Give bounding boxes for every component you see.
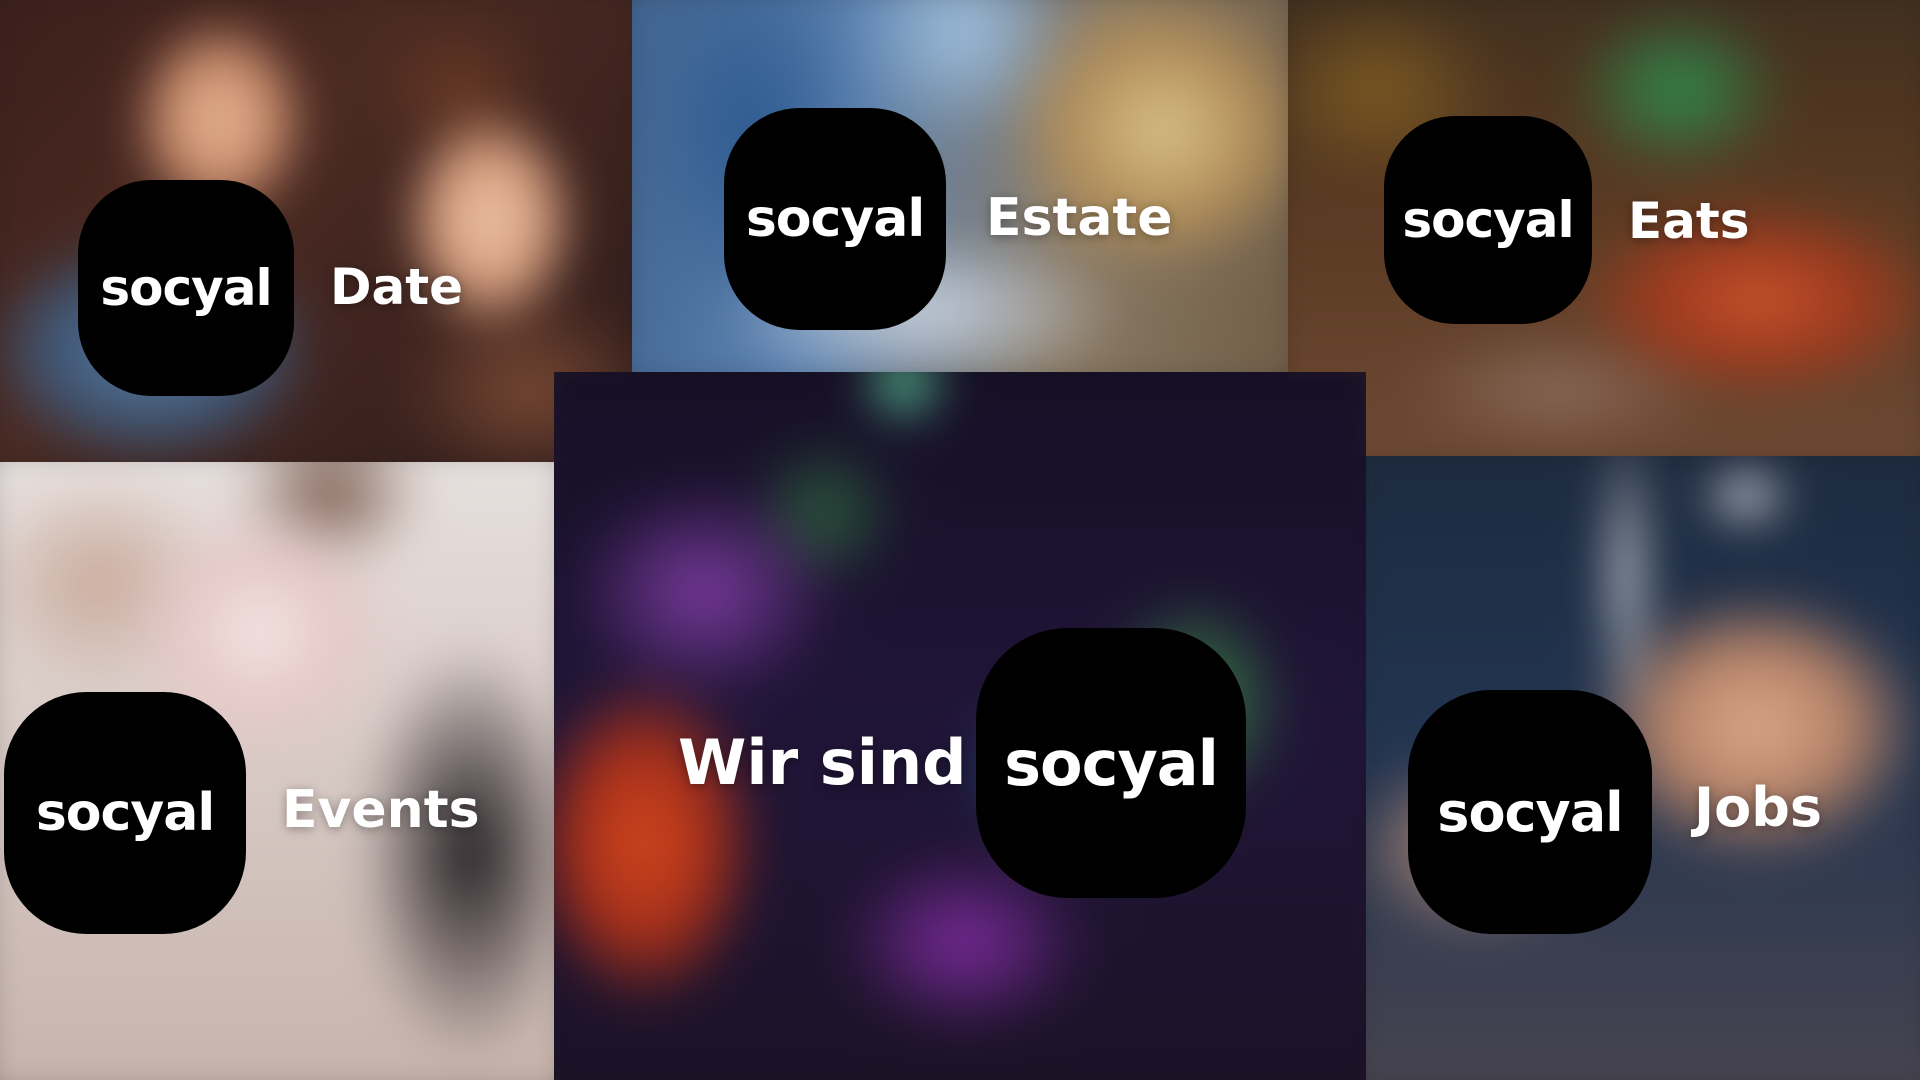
- tile-label-jobs[interactable]: Jobs: [1694, 776, 1822, 839]
- tile-center[interactable]: Wir sind socyal: [554, 372, 1366, 1080]
- socyal-logo-badge-main[interactable]: socyal: [976, 628, 1246, 898]
- eats-background-image: [1288, 0, 1920, 456]
- socyal-logo-badge[interactable]: socyal: [1408, 690, 1652, 934]
- socyal-logo-badge[interactable]: socyal: [1384, 116, 1592, 324]
- tile-jobs[interactable]: socyal Jobs: [1366, 456, 1920, 1080]
- socyal-logo-badge[interactable]: socyal: [724, 108, 946, 330]
- tagline-wir-sind: Wir sind: [678, 726, 967, 799]
- socyal-logo-badge[interactable]: socyal: [4, 692, 246, 934]
- socyal-logo-badge[interactable]: socyal: [78, 180, 294, 396]
- tile-estate[interactable]: socyal Estate: [632, 0, 1288, 372]
- collage-stage: socyal Date socyal Estate socyal Eats so…: [0, 0, 1920, 1080]
- tile-events[interactable]: socyal Events: [0, 462, 554, 1080]
- tile-label-events[interactable]: Events: [282, 780, 480, 840]
- tile-eats[interactable]: socyal Eats: [1288, 0, 1920, 456]
- tile-label-date[interactable]: Date: [330, 258, 463, 316]
- tile-date[interactable]: socyal Date: [0, 0, 632, 462]
- tile-label-eats[interactable]: Eats: [1628, 192, 1750, 250]
- tile-label-estate[interactable]: Estate: [986, 188, 1173, 248]
